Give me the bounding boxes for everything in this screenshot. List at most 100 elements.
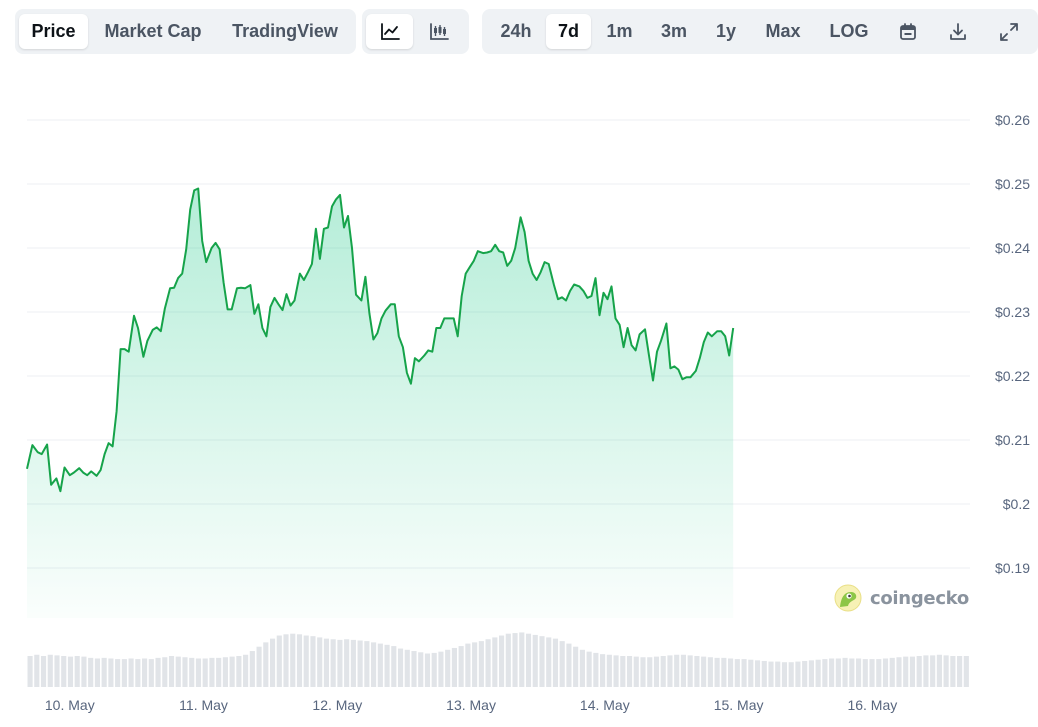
volume-bar: [323, 638, 330, 687]
volume-bar: [640, 657, 646, 687]
volume-bar: [909, 656, 916, 687]
y-tick-label: $0.2: [1003, 496, 1030, 512]
volume-bar: [34, 654, 40, 687]
y-tick-label: $0.26: [995, 112, 1030, 128]
candlestick-chart-icon: [430, 22, 449, 40]
volume-bar: [653, 656, 660, 687]
volume-bar: [303, 635, 309, 687]
volume-bar: [943, 655, 949, 687]
y-tick-label: $0.21: [995, 432, 1030, 448]
volume-bar: [559, 641, 565, 687]
volume-bar: [283, 634, 289, 687]
volume-bar: [519, 632, 525, 687]
volume-bar: [532, 634, 538, 687]
volume-bar: [674, 654, 680, 687]
volume-bar: [492, 637, 498, 687]
tab-price[interactable]: Price: [19, 14, 88, 49]
volume-bar: [222, 657, 228, 687]
volume-bar: [216, 657, 222, 687]
range-24h[interactable]: 24h: [486, 14, 546, 49]
volume-bar: [835, 658, 841, 687]
volume-bar: [81, 656, 87, 687]
volume-bar: [855, 658, 862, 687]
volume-bar: [411, 651, 417, 687]
range-1m[interactable]: 1m: [591, 14, 648, 49]
y-tick-label: $0.23: [995, 304, 1030, 320]
volume-bar: [317, 637, 323, 687]
volume-bar: [391, 646, 397, 687]
range-3m[interactable]: 3m: [648, 14, 700, 49]
volume-bar: [465, 643, 471, 687]
volume-bar: [330, 639, 336, 687]
volume-bar: [243, 654, 249, 687]
volume-bar: [269, 638, 276, 687]
watermark-text: coingecko: [870, 587, 969, 609]
x-tick-label: 11. May: [179, 697, 228, 713]
scale-log[interactable]: LOG: [814, 14, 884, 49]
fullscreen-button[interactable]: [984, 14, 1034, 49]
volume-bar: [525, 633, 532, 687]
volume-bar: [795, 661, 801, 687]
volume-bar: [593, 652, 599, 687]
candlestick-chart-button[interactable]: [413, 14, 465, 49]
volume-bar: [67, 656, 74, 687]
volume-bar: [142, 658, 148, 687]
line-chart-button[interactable]: [366, 14, 413, 49]
volume-bar: [451, 647, 457, 687]
y-tick-label: $0.24: [995, 240, 1030, 256]
price-chart-svg: $0.19$0.2$0.21$0.22$0.23$0.24$0.25$0.26 …: [26, 112, 1030, 713]
volume-bar: [829, 658, 835, 687]
volume-bar: [626, 656, 633, 687]
line-chart-icon: [380, 22, 400, 40]
volume-bar: [734, 659, 740, 687]
volume-bar: [552, 638, 559, 687]
volume-bar: [660, 656, 666, 687]
volume-bar: [236, 656, 242, 687]
volume-bar: [586, 651, 592, 687]
y-tick-label: $0.25: [995, 176, 1030, 192]
x-tick-label: 13. May: [446, 697, 496, 713]
volume-bar: [135, 659, 141, 687]
volume-bar: [74, 656, 80, 687]
range-1y[interactable]: 1y: [700, 14, 752, 49]
volume-bar: [680, 654, 686, 687]
price-chart[interactable]: $0.19 $0.2 $0.21 $0.22 $0.23 $0.24 $0.25 $0.26 …: [0, 60, 1038, 727]
volume-bar: [512, 633, 518, 687]
date-range-button[interactable]: [884, 14, 932, 49]
volume-bar: [754, 660, 761, 687]
volume-bar: [94, 658, 100, 687]
volume-bar: [263, 642, 269, 687]
y-tick-label: $0.22: [995, 368, 1030, 384]
volume-bar: [896, 657, 902, 687]
volume-bar: [189, 657, 195, 687]
tab-market-cap[interactable]: Market Cap: [88, 14, 218, 49]
download-icon: [950, 22, 966, 40]
volume-bar: [620, 656, 626, 687]
range-tab-group: 24h 7d 1m 3m 1y Max LOG: [482, 9, 1038, 54]
volume-bar: [748, 659, 754, 687]
volume-bar: [701, 656, 707, 687]
range-7d[interactable]: 7d: [546, 14, 591, 49]
volume-bar: [337, 639, 343, 687]
volume-bar: [404, 649, 410, 687]
volume-bar: [950, 656, 956, 687]
volume-bar: [310, 636, 316, 687]
volume-bar: [579, 649, 585, 687]
volume-bar: [775, 661, 781, 687]
volume-bar: [344, 639, 350, 687]
chart-type-group: [362, 9, 469, 54]
volume-bar: [108, 658, 114, 687]
volume-bar: [741, 659, 747, 687]
volume-bar: [101, 657, 107, 687]
volume-bar: [121, 659, 127, 687]
range-max[interactable]: Max: [752, 14, 814, 49]
x-tick-label: 16. May: [847, 697, 897, 713]
volume-bar: [499, 635, 505, 687]
calendar-icon: [900, 22, 916, 40]
tab-tradingview[interactable]: TradingView: [218, 14, 352, 49]
download-button[interactable]: [932, 14, 984, 49]
volume-bar: [478, 641, 484, 687]
volume-bar: [418, 652, 424, 687]
volume-bar: [350, 639, 356, 687]
metric-tab-group: Price Market Cap TradingView: [15, 9, 356, 54]
